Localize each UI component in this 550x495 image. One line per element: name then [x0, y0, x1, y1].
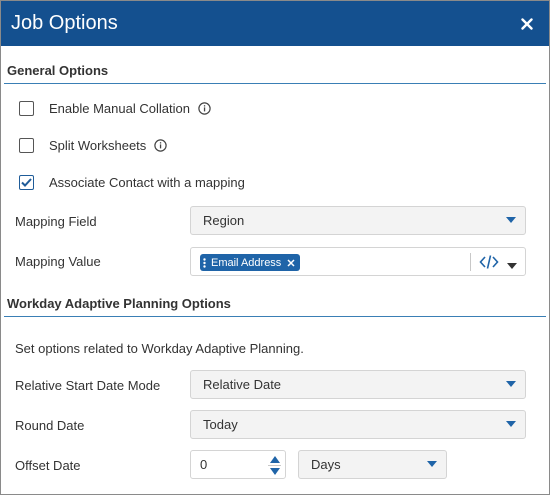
chevron-down-icon	[506, 217, 516, 223]
dialog-title: Job Options	[11, 12, 118, 34]
increment-button[interactable]	[269, 454, 280, 465]
relative-start-date-mode-select[interactable]: Relative Date	[190, 370, 526, 399]
info-icon[interactable]	[198, 102, 211, 115]
associate-contact-checkbox[interactable]	[19, 175, 34, 190]
info-icon[interactable]	[154, 139, 167, 152]
split-worksheets-checkbox[interactable]	[19, 138, 34, 153]
offset-date-stepper	[268, 454, 281, 477]
adaptive-options-description: Set options related to Workday Adaptive …	[15, 341, 304, 356]
adaptive-options-header: Workday Adaptive Planning Options	[7, 296, 231, 311]
chevron-up-icon	[269, 456, 280, 463]
mapping-field-select[interactable]: Region	[190, 206, 526, 235]
associate-contact-label: Associate Contact with a mapping	[49, 175, 245, 190]
close-icon	[521, 17, 533, 30]
relative-start-date-mode-value: Relative Date	[203, 377, 282, 392]
code-view-button[interactable]	[479, 254, 499, 273]
round-date-select[interactable]: Today	[190, 410, 526, 439]
mapping-value-label: Mapping Value	[15, 254, 101, 269]
round-date-value: Today	[203, 417, 238, 432]
chevron-down-icon	[506, 421, 516, 427]
offset-date-unit-value: Days	[311, 457, 341, 472]
mapping-field-label: Mapping Field	[15, 214, 97, 229]
mapping-field-value: Region	[203, 213, 245, 228]
chevron-down-icon	[507, 263, 517, 269]
enable-manual-collation-row: Enable Manual Collation	[1, 90, 549, 127]
split-worksheets-label: Split Worksheets	[49, 138, 147, 153]
general-options-header: General Options	[7, 63, 109, 78]
mapping-value-field[interactable]: Email Address	[190, 247, 526, 276]
code-icon	[479, 255, 499, 269]
associate-contact-row: Associate Contact with a mapping	[1, 164, 549, 201]
checkmark-icon	[21, 178, 32, 187]
enable-manual-collation-label: Enable Manual Collation	[49, 101, 190, 116]
email-address-tag[interactable]: Email Address	[200, 254, 301, 271]
chevron-down-icon	[427, 461, 437, 467]
email-address-tag-label: Email Address	[211, 256, 282, 269]
split-worksheets-row: Split Worksheets	[1, 127, 549, 164]
dialog-titlebar: Job Options	[1, 1, 549, 46]
chevron-down-icon	[506, 381, 516, 387]
field-separator	[470, 253, 471, 271]
offset-date-unit-select[interactable]: Days	[298, 450, 447, 479]
close-button[interactable]	[521, 17, 533, 30]
job-options-dialog: Job Options General Options Enable Manua…	[0, 0, 550, 495]
drag-handle-icon[interactable]	[203, 257, 206, 268]
relative-start-date-mode-label: Relative Start Date Mode	[15, 378, 161, 393]
offset-date-value: 0	[200, 457, 208, 472]
offset-date-input[interactable]: 0	[190, 450, 286, 479]
round-date-label: Round Date	[15, 418, 85, 433]
adaptive-options-divider	[4, 316, 546, 317]
decrement-button[interactable]	[269, 466, 280, 477]
offset-date-label: Offset Date	[15, 458, 81, 473]
enable-manual-collation-checkbox[interactable]	[19, 101, 34, 116]
remove-tag-icon[interactable]	[287, 258, 295, 267]
mapping-value-dropdown-button[interactable]	[507, 258, 517, 273]
chevron-down-icon	[269, 468, 280, 475]
